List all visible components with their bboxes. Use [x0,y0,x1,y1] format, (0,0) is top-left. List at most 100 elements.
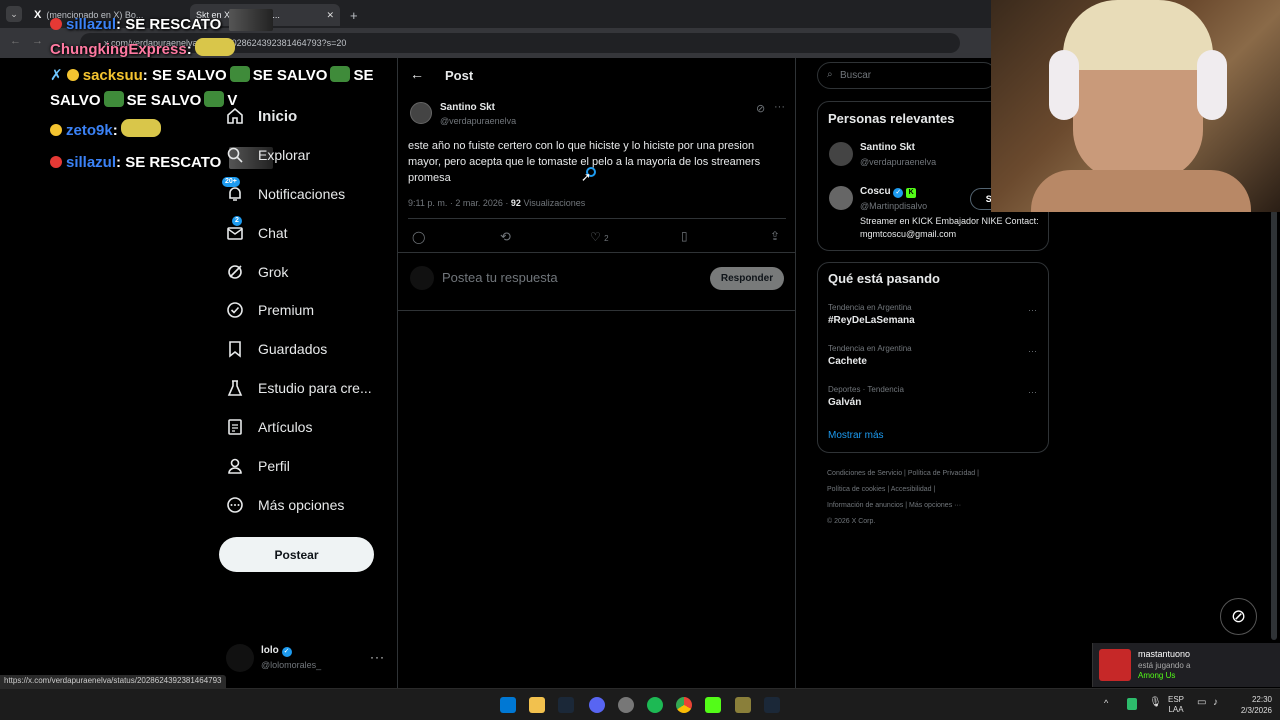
footer-link[interactable]: Condiciones de Servicio [827,470,902,477]
keyboard-layout: LAA [1168,705,1184,714]
trend-name[interactable]: Cachete [828,356,867,367]
file-explorer-icon[interactable] [529,697,545,713]
grok-icon[interactable]: ⊘ [756,102,765,115]
chat-message: ChungkingExpress: [50,38,238,58]
bookmark-icon[interactable]: ▯ [681,229,688,243]
obs-icon[interactable] [618,697,634,713]
like-button[interactable]: ♡ 2 [590,230,609,244]
bell-icon: 20+ [222,177,244,203]
avatar[interactable] [829,142,853,166]
avatar[interactable] [226,644,254,672]
sidebar-item-explorar[interactable]: Explorar [226,146,310,164]
more-icon[interactable]: ··· [774,101,785,113]
sidebar-item-inicio[interactable]: Inicio [226,107,297,125]
chrome-icon[interactable] [676,697,692,713]
search-input[interactable]: ⌕ Buscar [817,62,997,89]
new-tab-icon[interactable]: + [344,4,362,26]
sidebar-item-mas-opciones[interactable]: Más opciones [226,496,344,514]
trend-name[interactable]: #ReyDeLaSemana [828,315,915,326]
sidebar-item-grok[interactable]: Grok [226,263,288,281]
chevron-up-icon[interactable]: ^ [1104,698,1108,708]
sidebar-item-label: Chat [258,225,288,241]
author-handle[interactable]: @verdapuraenelva [440,116,516,126]
reply-input[interactable]: Postea tu respuesta [442,270,558,285]
author-name[interactable]: Santino Skt [440,102,495,113]
tray-app-icon[interactable] [1127,698,1137,710]
microphone-icon[interactable]: 🎙 [1149,697,1162,708]
sidebar-item-articulos[interactable]: Artículos [226,418,312,436]
footer-link[interactable]: Información de anuncios [827,502,903,509]
share-icon[interactable]: ⇪ [770,229,780,243]
chat-text: SE RESCATO [125,154,222,171]
footer-link[interactable]: Accesibilidad [891,486,932,493]
sidebar-item-premium[interactable]: Premium [226,301,314,319]
heart-icon: ♡ [590,230,601,244]
game-activity-toast[interactable]: mastantuono está jugando a Among Us [1092,643,1280,687]
sidebar-item-estudio[interactable]: Estudio para cre... [226,379,372,397]
sidebar-item-guardados[interactable]: Guardados [226,340,327,358]
repost-icon[interactable]: ⟲ [500,229,511,245]
toast-status: está jugando a [1138,661,1191,670]
toast-game: Among Us [1138,671,1176,680]
start-icon[interactable] [500,697,516,713]
article-icon [228,419,242,435]
like-count: 2 [604,234,609,243]
post-button[interactable]: Postear [219,537,374,572]
sidebar-item-perfil[interactable]: Perfil [226,457,290,475]
spotify-icon[interactable] [647,697,663,713]
volume-icon[interactable]: ♪ [1213,697,1218,708]
scrollbar[interactable] [1271,210,1277,640]
trend-more-icon[interactable]: ··· [1028,346,1037,356]
show-more-link[interactable]: Mostrar más [828,430,884,441]
minecraft-icon[interactable] [735,697,751,713]
sword-icon: ✗ [50,67,63,84]
account-menu-icon[interactable]: ··· [370,650,385,664]
sidebar-item-label: Perfil [258,458,290,474]
back-arrow-icon[interactable]: ← [410,66,424,82]
reply-icon[interactable]: ◯ [412,230,425,244]
footer-links: Condiciones de Servicio | Política de Pr… [827,470,979,525]
person-handle: @Martinpdisalvo [860,201,928,211]
person-name[interactable]: Santino Skt [860,142,915,153]
author-avatar[interactable] [410,102,432,124]
forward-icon[interactable]: → [32,35,43,47]
tab-list-chevron-icon[interactable]: ⌄ [6,6,22,22]
home-icon [227,107,243,124]
kick-icon[interactable] [705,697,721,713]
avatar [1099,649,1131,681]
account-name-text: lolo [261,645,279,656]
divider [398,252,795,253]
chat-username: sillazul [66,16,117,33]
footer-link[interactable]: Política de cookies [827,486,885,493]
footer-link[interactable]: Más opciones ··· [909,502,961,509]
footer-link[interactable]: Política de Privacidad [908,470,975,477]
chat-text: SE RESCATO [125,16,222,33]
clock-time: 22:30 [1251,695,1272,704]
clock[interactable]: 22:30 2/3/2026 [1230,694,1272,716]
sidebar-item-chat[interactable]: 2 Chat [226,216,288,242]
discord-icon[interactable] [589,697,605,713]
back-icon[interactable]: ← [10,35,21,47]
avatar[interactable] [829,186,853,210]
grok-float-button[interactable]: ⊘ [1220,598,1257,635]
trend-name[interactable]: Galván [828,397,861,408]
steam-icon[interactable] [558,697,574,713]
reply-button[interactable]: Responder [710,267,784,290]
trend-more-icon[interactable]: ··· [1028,387,1037,397]
person-name-row[interactable]: Coscu ✓ K [860,186,917,198]
sidebar-item-notificaciones[interactable]: 20+ Notificaciones [222,177,345,203]
language-code: ESP [1168,695,1185,704]
account-name[interactable]: lolo ✓ [261,645,292,657]
chat-message: sillazul: SE RESCATO [50,9,276,33]
sidebar-item-label: Artículos [258,419,313,435]
steam-icon[interactable] [764,697,780,713]
copyright: © 2026 X Corp. [827,518,876,525]
network-icon[interactable]: ▭ [1197,697,1206,708]
composer-avatar [410,266,434,290]
trend-more-icon[interactable]: ··· [1028,305,1037,315]
close-tab-icon[interactable]: ✕ [326,10,334,21]
streamer-body [1031,170,1251,212]
language-indicator[interactable]: ESP LAA [1168,695,1184,715]
sidebar-item-label: Explorar [258,147,311,163]
sidebar-item-label: Guardados [258,341,328,357]
